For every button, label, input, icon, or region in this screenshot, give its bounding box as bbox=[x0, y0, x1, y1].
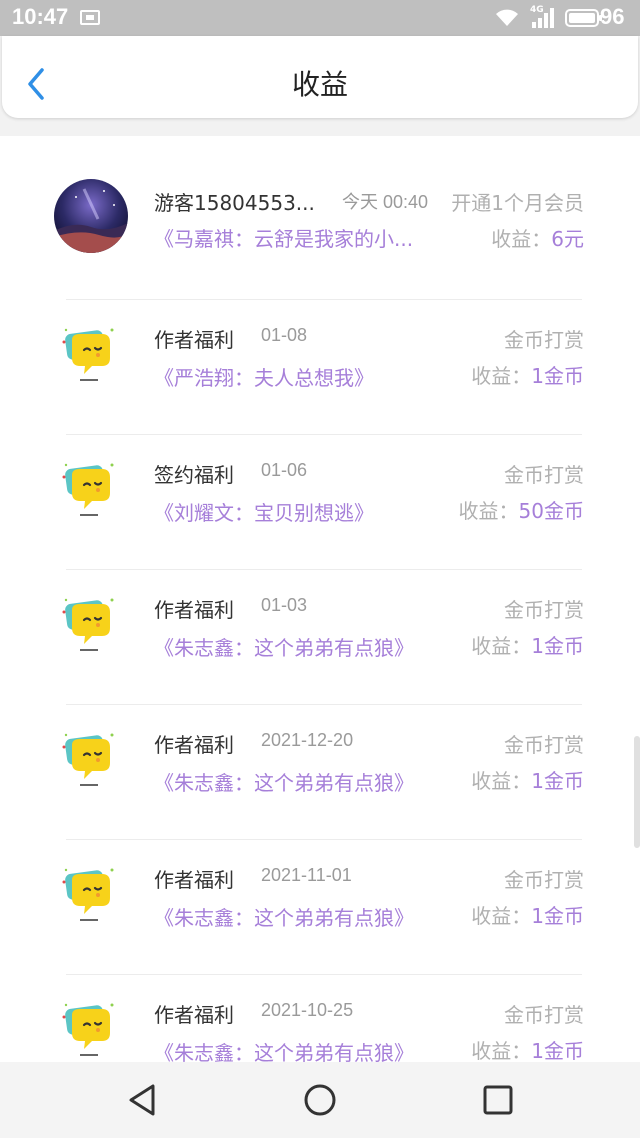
book-title[interactable]: 《刘耀文：宝贝别想逃》 bbox=[154, 497, 374, 526]
earnings-amount: 收益：1金币 bbox=[471, 765, 584, 794]
home-circle-icon[interactable] bbox=[300, 1080, 340, 1120]
earning-record-row[interactable]: 游客15804553... 今天 00:40 开通1个月会员《马嘉祺：云舒是我家的小… bbox=[0, 165, 640, 300]
earnings-value: 6元 bbox=[551, 227, 584, 251]
earning-record-row[interactable]: 作者福利 2021-10-25 金币打赏《朱志鑫：这个弟弟有点狼》 收益：1金币 bbox=[0, 975, 640, 1062]
earnings-label: 收益： bbox=[491, 227, 552, 251]
wifi-icon bbox=[496, 9, 518, 26]
recents-square-icon[interactable] bbox=[478, 1080, 518, 1120]
book-title[interactable]: 《马嘉祺：云舒是我家的小... bbox=[154, 223, 413, 252]
earnings-label: 收益： bbox=[471, 1039, 532, 1062]
sim-card-icon bbox=[80, 10, 100, 25]
record-name: 作者福利 bbox=[154, 868, 234, 892]
book-title[interactable]: 《严浩翔：夫人总想我》 bbox=[154, 362, 374, 391]
record-name: 作者福利 bbox=[154, 598, 234, 622]
battery-icon bbox=[565, 9, 602, 27]
earnings-value: 1金币 bbox=[531, 364, 584, 388]
user-avatar bbox=[54, 179, 128, 253]
reward-type: 金币打赏 bbox=[504, 598, 584, 622]
earnings-label: 收益： bbox=[471, 364, 532, 388]
earnings-amount: 收益：1金币 bbox=[471, 360, 584, 389]
earning-record-row[interactable]: 作者福利 01-08 金币打赏《严浩翔：夫人总想我》 收益：1金币 bbox=[0, 300, 640, 435]
record-name: 作者福利 bbox=[154, 328, 234, 352]
earnings-list[interactable]: 游客15804553... 今天 00:40 开通1个月会员《马嘉祺：云舒是我家的小… bbox=[0, 136, 640, 1062]
record-date: 2021-11-01 bbox=[261, 865, 352, 885]
earning-record-row[interactable]: 作者福利 2021-12-20 金币打赏《朱志鑫：这个弟弟有点狼》 收益：1金币 bbox=[0, 705, 640, 840]
reward-type: 金币打赏 bbox=[504, 733, 584, 757]
record-date: 2021-12-20 bbox=[261, 730, 354, 750]
earnings-label: 收益： bbox=[471, 904, 532, 928]
book-title[interactable]: 《朱志鑫：这个弟弟有点狼》 bbox=[154, 902, 414, 931]
earnings-label: 收益： bbox=[471, 634, 532, 658]
record-name: 作者福利 bbox=[154, 1003, 234, 1027]
earnings-value: 1金币 bbox=[531, 904, 584, 928]
back-triangle-icon[interactable] bbox=[123, 1080, 163, 1120]
record-name: 作者福利 bbox=[154, 733, 234, 757]
reward-type: 开通1个月会员 bbox=[451, 191, 584, 215]
record-date: 01-06 bbox=[261, 460, 308, 480]
book-title[interactable]: 《朱志鑫：这个弟弟有点狼》 bbox=[154, 632, 414, 661]
book-title[interactable]: 《朱志鑫：这个弟弟有点狼》 bbox=[154, 1037, 414, 1062]
book-title[interactable]: 《朱志鑫：这个弟弟有点狼》 bbox=[154, 767, 414, 796]
emoji-chat-icon bbox=[58, 592, 120, 654]
status-bar: 10:47 4G 96 bbox=[0, 0, 640, 36]
earnings-amount: 收益：1金币 bbox=[471, 630, 584, 659]
earnings-value: 1金币 bbox=[531, 634, 584, 658]
earning-record-row[interactable]: 作者福利 01-03 金币打赏《朱志鑫：这个弟弟有点狼》 收益：1金币 bbox=[0, 570, 640, 705]
record-name: 游客15804553... bbox=[154, 191, 315, 215]
scrollbar[interactable] bbox=[634, 736, 640, 848]
earnings-amount: 收益：6元 bbox=[491, 223, 584, 252]
record-date: 今天 00:40 bbox=[342, 192, 429, 212]
emoji-chat-icon bbox=[58, 997, 120, 1059]
app-header: 收益 bbox=[2, 36, 638, 118]
emoji-chat-icon bbox=[58, 727, 120, 789]
earnings-label: 收益： bbox=[471, 769, 532, 793]
earnings-value: 1金币 bbox=[531, 1039, 584, 1062]
earnings-amount: 收益：1金币 bbox=[471, 1035, 584, 1062]
earning-record-row[interactable]: 作者福利 2021-11-01 金币打赏《朱志鑫：这个弟弟有点狼》 收益：1金币 bbox=[0, 840, 640, 975]
signal-icon bbox=[532, 8, 554, 28]
earnings-label: 收益： bbox=[458, 499, 519, 523]
earnings-value: 50金币 bbox=[518, 499, 584, 523]
earnings-screen: 10:47 4G 96 收益 游客15804553... 今天 00:40 开通1个… bbox=[0, 0, 640, 1138]
earnings-amount: 收益：50金币 bbox=[459, 495, 584, 524]
reward-type: 金币打赏 bbox=[504, 868, 584, 892]
record-date: 01-08 bbox=[261, 325, 308, 345]
navigation-bar bbox=[0, 1062, 640, 1138]
record-date: 01-03 bbox=[261, 595, 308, 615]
record-name: 签约福利 bbox=[154, 463, 234, 487]
earnings-value: 1金币 bbox=[531, 769, 584, 793]
emoji-chat-icon bbox=[58, 457, 120, 519]
reward-type: 金币打赏 bbox=[504, 328, 584, 352]
reward-type: 金币打赏 bbox=[504, 1003, 584, 1027]
record-date: 2021-10-25 bbox=[261, 1000, 354, 1020]
emoji-chat-icon bbox=[58, 322, 120, 384]
reward-type: 金币打赏 bbox=[504, 463, 584, 487]
emoji-chat-icon bbox=[58, 862, 120, 924]
battery-level: 96 bbox=[600, 4, 625, 29]
page-title: 收益 bbox=[291, 68, 348, 101]
earnings-amount: 收益：1金币 bbox=[471, 900, 584, 929]
status-time: 10:47 bbox=[12, 4, 69, 29]
earning-record-row[interactable]: 签约福利 01-06 金币打赏《刘耀文：宝贝别想逃》 收益：50金币 bbox=[0, 435, 640, 570]
